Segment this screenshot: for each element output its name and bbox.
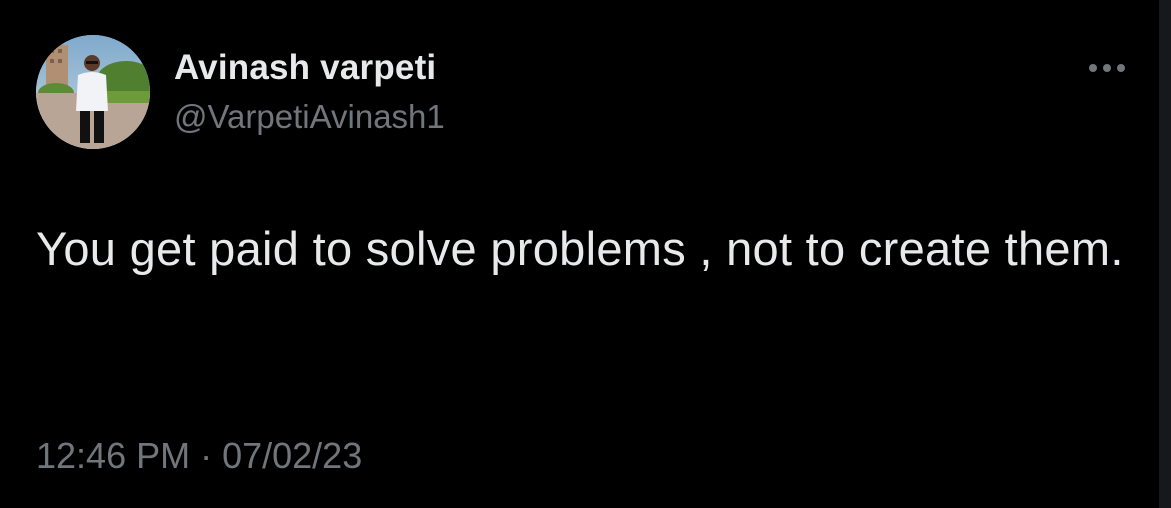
author-avatar[interactable] [36, 35, 150, 149]
meta-separator: · [200, 435, 213, 476]
tweet-time: 12:46 PM [36, 435, 191, 476]
author-handle[interactable]: @VarpetiAvinash1 [174, 98, 445, 136]
tweet-date: 07/02/23 [222, 435, 363, 476]
more-dot-icon [1089, 64, 1097, 72]
more-dot-icon [1103, 64, 1111, 72]
tweet-timestamp[interactable]: 12:46 PM · 07/02/23 [36, 434, 362, 478]
tweet-card: Avinash varpeti @VarpetiAvinash1 You get… [0, 0, 1171, 508]
author-name[interactable]: Avinash varpeti [174, 48, 436, 88]
more-dot-icon [1117, 64, 1125, 72]
tweet-text: You get paid to solve problems , not to … [36, 222, 1124, 275]
right-edge-border [1159, 0, 1171, 508]
avatar-photo [36, 35, 150, 149]
more-options-button[interactable] [1080, 56, 1134, 80]
